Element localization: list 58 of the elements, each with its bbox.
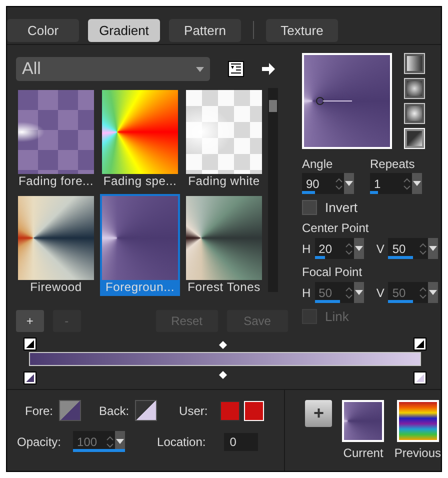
invert-label: Invert: [325, 200, 358, 215]
location-label: Location:: [157, 434, 206, 448]
number-spinbox[interactable]: 20: [314, 238, 364, 259]
preset-button[interactable]: +: [16, 310, 44, 332]
style-button[interactable]: [404, 78, 425, 99]
tab[interactable]: Gradient: [88, 18, 160, 42]
caret-icon[interactable]: [413, 181, 421, 186]
color-stop[interactable]: [414, 372, 426, 384]
user-label: User:: [179, 404, 208, 418]
center-handle[interactable]: [316, 97, 352, 105]
caret-icon[interactable]: [429, 246, 437, 251]
add-button[interactable]: +: [305, 400, 332, 427]
fore-label: Fore:: [25, 404, 54, 418]
caret-icon[interactable]: [355, 246, 364, 251]
list-icon[interactable]: [228, 61, 244, 77]
user-swatch[interactable]: [220, 400, 240, 420]
current-label: Current: [343, 446, 384, 460]
caret-icon: [196, 66, 204, 72]
number-spinbox[interactable]: 90: [302, 173, 354, 194]
axis-label: V: [376, 286, 384, 300]
arrow-right-icon[interactable]: [262, 62, 276, 76]
section-label: Focal Point: [302, 265, 364, 279]
axis-label: H: [302, 286, 311, 300]
back-label: Back:: [99, 404, 130, 418]
section-label: Center Point: [302, 221, 370, 235]
spin-arrows-icon[interactable]: [402, 176, 412, 190]
spin-arrows-icon[interactable]: [334, 176, 344, 190]
tab[interactable]: Pattern: [169, 18, 241, 42]
previous-swatch[interactable]: [396, 400, 439, 442]
axis-label: V: [376, 242, 384, 256]
link-label: Link: [325, 309, 349, 324]
gradient-preview[interactable]: [302, 53, 392, 149]
spin-arrows-icon[interactable]: [418, 242, 428, 256]
current-swatch: [342, 400, 384, 442]
repeats-label: Repeats: [370, 157, 416, 171]
style-button[interactable]: [404, 53, 425, 74]
midpoint-marker[interactable]: [219, 371, 227, 379]
caret-icon[interactable]: [345, 181, 353, 186]
tab[interactable]: Texture: [266, 18, 338, 42]
category-dropdown[interactable]: All: [16, 57, 210, 81]
scrollbar[interactable]: [268, 88, 278, 292]
opacity-label: Opacity:: [17, 434, 62, 448]
location-field[interactable]: 0: [224, 432, 258, 450]
spin-arrows-icon[interactable]: [344, 242, 354, 256]
previous-label: Previous: [394, 446, 441, 460]
midpoint-marker[interactable]: [219, 341, 227, 349]
fore-swatch[interactable]: [59, 400, 82, 421]
color-stop[interactable]: [24, 338, 36, 350]
gradient-bar[interactable]: [29, 352, 421, 366]
tab[interactable]: Color: [7, 18, 79, 42]
number-spinbox[interactable]: 1: [370, 173, 422, 194]
back-swatch[interactable]: [135, 400, 158, 421]
angle-label: Angle: [302, 157, 334, 171]
number-spinbox[interactable]: 50: [388, 238, 438, 259]
color-stop[interactable]: [24, 372, 36, 384]
color-stop[interactable]: [414, 338, 426, 350]
axis-label: H: [302, 242, 311, 256]
checkbox[interactable]: [302, 200, 317, 215]
